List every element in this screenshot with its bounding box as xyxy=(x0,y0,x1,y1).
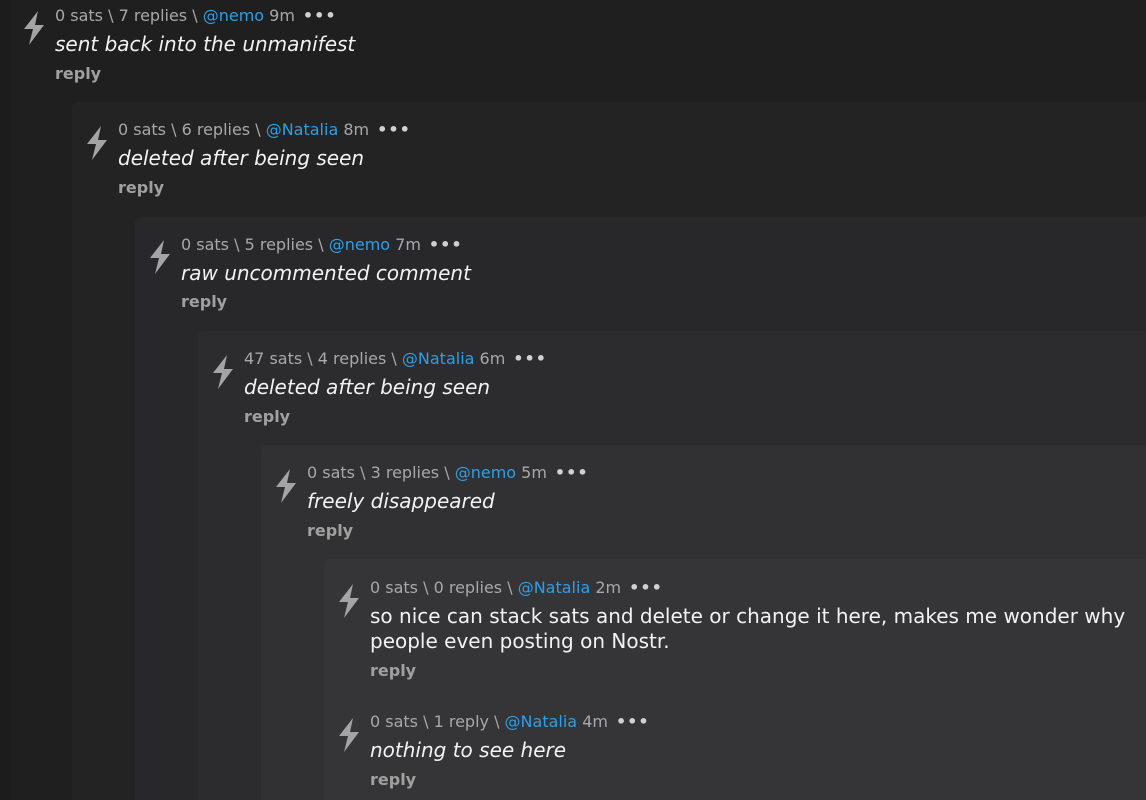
replies-count[interactable]: 1 reply xyxy=(434,712,489,731)
comment-text: so nice can stack sats and delete or cha… xyxy=(370,604,1126,653)
user-link[interactable]: @nemo xyxy=(329,235,390,254)
timestamp[interactable]: 5m xyxy=(521,463,547,482)
separator: \ xyxy=(418,712,434,731)
zap-upvote-icon[interactable] xyxy=(335,716,363,754)
comment-text: sent back into the unmanifest xyxy=(55,32,356,56)
comment-meta: 0 sats \ 1 reply \ @Natalia 4m ••• xyxy=(370,712,650,732)
comment-text: deleted after being seen xyxy=(118,146,365,170)
reply-button[interactable]: reply xyxy=(181,292,227,312)
sats-count[interactable]: 0 sats xyxy=(118,120,166,139)
sats-count[interactable]: 0 sats xyxy=(55,6,103,25)
reply-button[interactable]: reply xyxy=(370,661,416,681)
separator: \ xyxy=(355,463,371,482)
comment-text: deleted after being seen xyxy=(244,375,491,399)
comment-meta: 0 sats \ 5 replies \ @nemo 7m ••• xyxy=(181,235,463,255)
separator: \ xyxy=(418,578,434,597)
sats-count[interactable]: 0 sats xyxy=(181,235,229,254)
sats-count[interactable]: 0 sats xyxy=(307,463,355,482)
separator: \ xyxy=(229,235,245,254)
separator: \ xyxy=(439,463,455,482)
sats-count[interactable]: 0 sats xyxy=(370,712,418,731)
timestamp[interactable]: 8m xyxy=(343,120,369,139)
user-link[interactable]: @Natalia xyxy=(402,349,475,368)
comment-text: freely disappeared xyxy=(307,489,495,513)
separator: \ xyxy=(302,349,318,368)
separator: \ xyxy=(488,712,505,731)
timestamp[interactable]: 9m xyxy=(269,6,295,25)
zap-upvote-icon[interactable] xyxy=(335,582,363,620)
more-options-icon[interactable]: ••• xyxy=(303,6,337,25)
zap-upvote-icon[interactable] xyxy=(209,353,237,391)
user-link[interactable]: @Natalia xyxy=(518,578,591,597)
zap-upvote-icon[interactable] xyxy=(146,238,174,276)
zap-upvote-icon[interactable] xyxy=(20,9,48,47)
timestamp[interactable]: 6m xyxy=(480,349,506,368)
separator: \ xyxy=(166,120,182,139)
replies-count[interactable]: 6 replies xyxy=(182,120,251,139)
replies-count[interactable]: 7 replies xyxy=(119,6,188,25)
comment-text: raw uncommented comment xyxy=(181,261,471,285)
comment-meta: 0 sats \ 3 replies \ @nemo 5m ••• xyxy=(307,463,589,483)
reply-button[interactable]: reply xyxy=(55,64,101,84)
separator: \ xyxy=(386,349,402,368)
user-link[interactable]: @Natalia xyxy=(266,120,339,139)
timestamp[interactable]: 2m xyxy=(595,578,621,597)
sats-count[interactable]: 47 sats xyxy=(244,349,302,368)
separator: \ xyxy=(103,6,119,25)
more-options-icon[interactable]: ••• xyxy=(513,349,547,368)
comment-meta: 0 sats \ 6 replies \ @Natalia 8m ••• xyxy=(118,120,411,140)
reply-button[interactable]: reply xyxy=(244,407,290,427)
reply-button[interactable]: reply xyxy=(118,178,164,198)
timestamp[interactable]: 7m xyxy=(395,235,421,254)
replies-count[interactable]: 5 replies xyxy=(245,235,314,254)
zap-upvote-icon[interactable] xyxy=(272,467,300,505)
comment-text: nothing to see here xyxy=(370,738,567,762)
comment-meta: 0 sats \ 7 replies \ @nemo 9m ••• xyxy=(55,6,337,26)
replies-count[interactable]: 4 replies xyxy=(318,349,387,368)
replies-count[interactable]: 0 replies xyxy=(434,578,503,597)
more-options-icon[interactable]: ••• xyxy=(555,463,589,482)
replies-count[interactable]: 3 replies xyxy=(371,463,440,482)
more-options-icon[interactable]: ••• xyxy=(429,235,463,254)
more-options-icon[interactable]: ••• xyxy=(629,578,663,597)
reply-button[interactable]: reply xyxy=(370,770,416,790)
more-options-icon[interactable]: ••• xyxy=(377,120,411,139)
sats-count[interactable]: 0 sats xyxy=(370,578,418,597)
separator: \ xyxy=(250,120,266,139)
user-link[interactable]: @Natalia xyxy=(505,712,578,731)
separator: \ xyxy=(502,578,518,597)
user-link[interactable]: @nemo xyxy=(203,6,264,25)
zap-upvote-icon[interactable] xyxy=(83,124,111,162)
separator: \ xyxy=(313,235,329,254)
comment-meta: 0 sats \ 0 replies \ @Natalia 2m ••• xyxy=(370,578,663,598)
separator: \ xyxy=(187,6,203,25)
user-link[interactable]: @nemo xyxy=(455,463,516,482)
timestamp[interactable]: 4m xyxy=(582,712,608,731)
reply-button[interactable]: reply xyxy=(307,521,353,541)
more-options-icon[interactable]: ••• xyxy=(616,712,650,731)
comment-meta: 47 sats \ 4 replies \ @Natalia 6m ••• xyxy=(244,349,547,369)
